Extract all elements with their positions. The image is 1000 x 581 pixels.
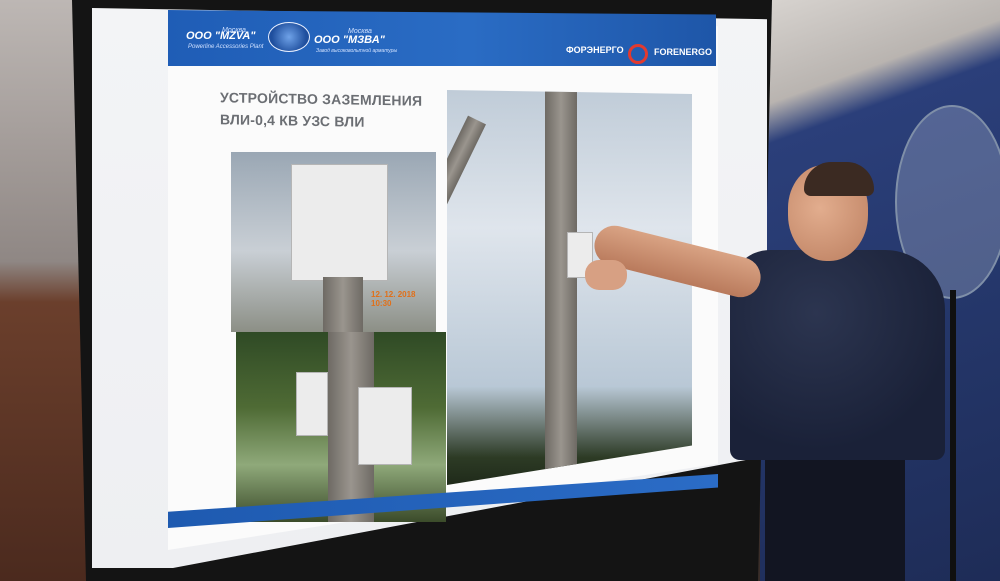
presenter-hair [804,162,874,196]
grounding-box-small [296,372,328,436]
forenergo-rings-icon [628,44,648,64]
grounding-box-large [358,387,412,465]
fan-stand [950,290,956,581]
company-left-subtitle: Powerline Accessories Plant [188,44,264,50]
slide-title-line-1: УСТРОЙСТВО ЗАЗЕМЛЕНИЯ [220,89,423,109]
globe-logo-icon [268,22,310,52]
slide-title: УСТРОЙСТВО ЗАЗЕМЛЕНИЯ ВЛИ-0,4 КВ УЗС ВЛИ [220,87,422,133]
open-grounding-box [291,164,388,281]
brand-en: FORENERGO [654,47,713,57]
company-mid-subtitle: Завод высоковольтной арматуры [316,48,398,54]
photo-timestamp: 12. 12. 2018 10:30 [371,290,416,308]
presenter-hand-with-clicker [585,260,627,290]
pole-top [323,277,363,332]
company-mid-name: ООО "МЗВА" [314,34,385,46]
photo-boxes-on-pole [236,332,446,522]
company-left-name: ООО "MZVA" [186,30,256,42]
pole-brace [447,115,486,305]
presenter-legs [765,455,905,581]
photo-pole-with-box [447,90,692,485]
brand-ru: ФОРЭНЕРГО [566,45,624,55]
slide-title-line-2: ВЛИ-0,4 КВ УЗС ВЛИ [220,111,365,130]
pole-tall [545,90,577,470]
photo-grounding-box-open: 12. 12. 2018 10:30 [231,152,436,332]
presenter-shirt [730,250,945,460]
